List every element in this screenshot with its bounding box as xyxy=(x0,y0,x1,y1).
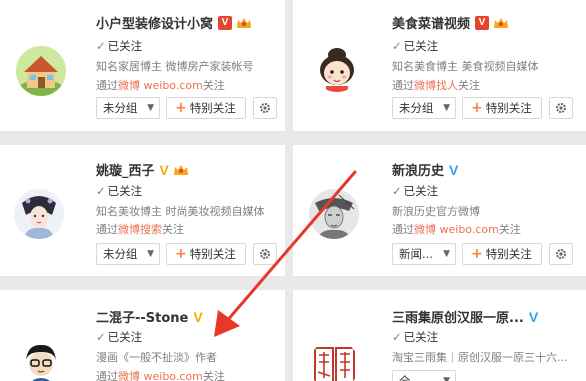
settings-button[interactable] xyxy=(253,97,277,119)
user-name[interactable]: 姚璇_西子 xyxy=(96,160,155,179)
via-link[interactable]: 微博 weibo.com xyxy=(118,79,203,92)
user-card: 美食菜谱视频 V ✓ 已关注 知名美食博主 美食视频自媒体 通过微博找人关注 未分… xyxy=(293,0,586,131)
special-follow-button[interactable]: + 特别关注 xyxy=(166,243,246,265)
check-icon: ✓ xyxy=(96,184,106,198)
followed-status: 已关注 xyxy=(107,184,143,198)
avatar[interactable] xyxy=(309,340,359,381)
via-prefix: 通过 xyxy=(392,79,414,92)
plus-icon: + xyxy=(175,100,187,116)
verified-badge-icon: V xyxy=(475,15,490,30)
verified-badge-icon: V xyxy=(159,161,169,178)
special-follow-label: 特别关注 xyxy=(485,247,532,261)
via-prefix: 通过 xyxy=(96,370,118,381)
user-description: 新浪历史官方微博 xyxy=(392,205,480,218)
group-select[interactable]: 全 ▼ xyxy=(392,370,456,381)
check-icon: ✓ xyxy=(96,330,106,344)
via-link[interactable]: 微博 weibo.com xyxy=(118,370,203,381)
via-link[interactable]: 微博 weibo.com xyxy=(414,223,499,236)
user-description: 淘宝三雨集｜原创汉服一原三十六... xyxy=(392,351,568,364)
special-follow-label: 特别关注 xyxy=(189,247,236,261)
settings-button[interactable] xyxy=(253,243,277,265)
user-card: 新浪历史 V ✓ 已关注 新浪历史官方微博 通过微博 weibo.com关注 新闻… xyxy=(293,145,586,276)
special-follow-label: 特别关注 xyxy=(189,101,236,115)
gear-icon xyxy=(556,249,566,259)
group-select[interactable]: 未分组 ▼ xyxy=(96,97,160,119)
group-label: 未分组 xyxy=(103,101,138,115)
followed-status: 已关注 xyxy=(403,330,439,344)
followed-status: 已关注 xyxy=(107,330,143,344)
group-label: 未分组 xyxy=(103,247,138,261)
group-select[interactable]: 新闻... ▼ xyxy=(392,243,456,265)
user-description: 知名美食博主 美食视频自媒体 xyxy=(392,60,539,73)
group-select[interactable]: 未分组 ▼ xyxy=(392,97,456,119)
caret-down-icon: ▼ xyxy=(443,103,450,113)
user-card: 三雨集原创汉服一原... V ✓ 已关注 淘宝三雨集｜原创汉服一原三十六... 全… xyxy=(293,290,586,381)
plus-icon: + xyxy=(471,100,483,116)
user-description: 漫画《一般不扯淡》作者 xyxy=(96,351,217,364)
user-name[interactable]: 三雨集原创汉服一原... xyxy=(392,307,524,326)
caret-down-icon: ▼ xyxy=(443,249,450,259)
plus-icon: + xyxy=(471,246,483,262)
crown-icon xyxy=(173,163,189,177)
check-icon: ✓ xyxy=(392,330,402,344)
followed-status: 已关注 xyxy=(107,39,143,53)
user-name[interactable]: 新浪历史 xyxy=(392,160,444,179)
via-suffix: 关注 xyxy=(458,79,480,92)
check-icon: ✓ xyxy=(96,39,106,53)
verified-badge-icon: V xyxy=(218,15,233,30)
special-follow-button[interactable]: + 特别关注 xyxy=(462,97,542,119)
group-label: 新闻... xyxy=(399,247,433,261)
via-prefix: 通过 xyxy=(392,223,414,236)
avatar[interactable] xyxy=(16,340,66,381)
crown-icon xyxy=(236,16,252,30)
via-prefix: 通过 xyxy=(96,79,118,92)
verified-badge-icon: V xyxy=(449,161,459,178)
user-name[interactable]: 美食菜谱视频 xyxy=(392,13,470,32)
via-link[interactable]: 微博找人 xyxy=(414,79,458,92)
via-suffix: 关注 xyxy=(498,223,521,236)
group-label: 全 xyxy=(399,374,411,381)
user-description: 知名家居博主 微博房产家装帐号 xyxy=(96,60,254,73)
via-suffix: 关注 xyxy=(202,370,225,381)
via-suffix: 关注 xyxy=(162,223,184,236)
check-icon: ✓ xyxy=(392,184,402,198)
avatar[interactable] xyxy=(16,46,66,96)
user-name[interactable]: 小户型装修设计小窝 xyxy=(96,13,213,32)
group-label: 未分组 xyxy=(399,101,434,115)
user-card: 姚璇_西子 V ✓ 已关注 知名美妆博主 时尚美妆视频自媒体 通过微博搜索关注 未… xyxy=(0,145,285,276)
check-icon: ✓ xyxy=(392,39,402,53)
plus-icon: + xyxy=(175,246,187,262)
user-card: 小户型装修设计小窝 V ✓ 已关注 知名家居博主 微博房产家装帐号 通过微博 we… xyxy=(0,0,285,131)
crown-icon xyxy=(493,16,509,30)
settings-button[interactable] xyxy=(549,97,573,119)
caret-down-icon: ▼ xyxy=(147,249,154,259)
settings-button[interactable] xyxy=(549,243,573,265)
avatar[interactable] xyxy=(309,189,359,239)
special-follow-label: 特别关注 xyxy=(485,101,532,115)
followed-status: 已关注 xyxy=(403,184,439,198)
user-card: 二混子--Stone V ✓ 已关注 漫画《一般不扯淡》作者 通过微博 weibo… xyxy=(0,290,285,381)
via-link[interactable]: 微博搜索 xyxy=(118,223,162,236)
gear-icon xyxy=(260,249,270,259)
avatar[interactable] xyxy=(312,42,362,92)
gear-icon xyxy=(556,103,566,113)
user-description: 知名美妆博主 时尚美妆视频自媒体 xyxy=(96,205,265,218)
gear-icon xyxy=(260,103,270,113)
caret-down-icon: ▼ xyxy=(443,376,450,381)
verified-badge-icon: V xyxy=(193,308,203,325)
via-suffix: 关注 xyxy=(202,79,225,92)
caret-down-icon: ▼ xyxy=(147,103,154,113)
special-follow-button[interactable]: + 特别关注 xyxy=(462,243,542,265)
followed-status: 已关注 xyxy=(403,39,439,53)
via-prefix: 通过 xyxy=(96,223,118,236)
special-follow-button[interactable]: + 特别关注 xyxy=(166,97,246,119)
avatar[interactable] xyxy=(14,189,64,239)
user-name[interactable]: 二混子--Stone xyxy=(96,307,188,326)
group-select[interactable]: 未分组 ▼ xyxy=(96,243,160,265)
verified-badge-icon: V xyxy=(528,308,539,325)
